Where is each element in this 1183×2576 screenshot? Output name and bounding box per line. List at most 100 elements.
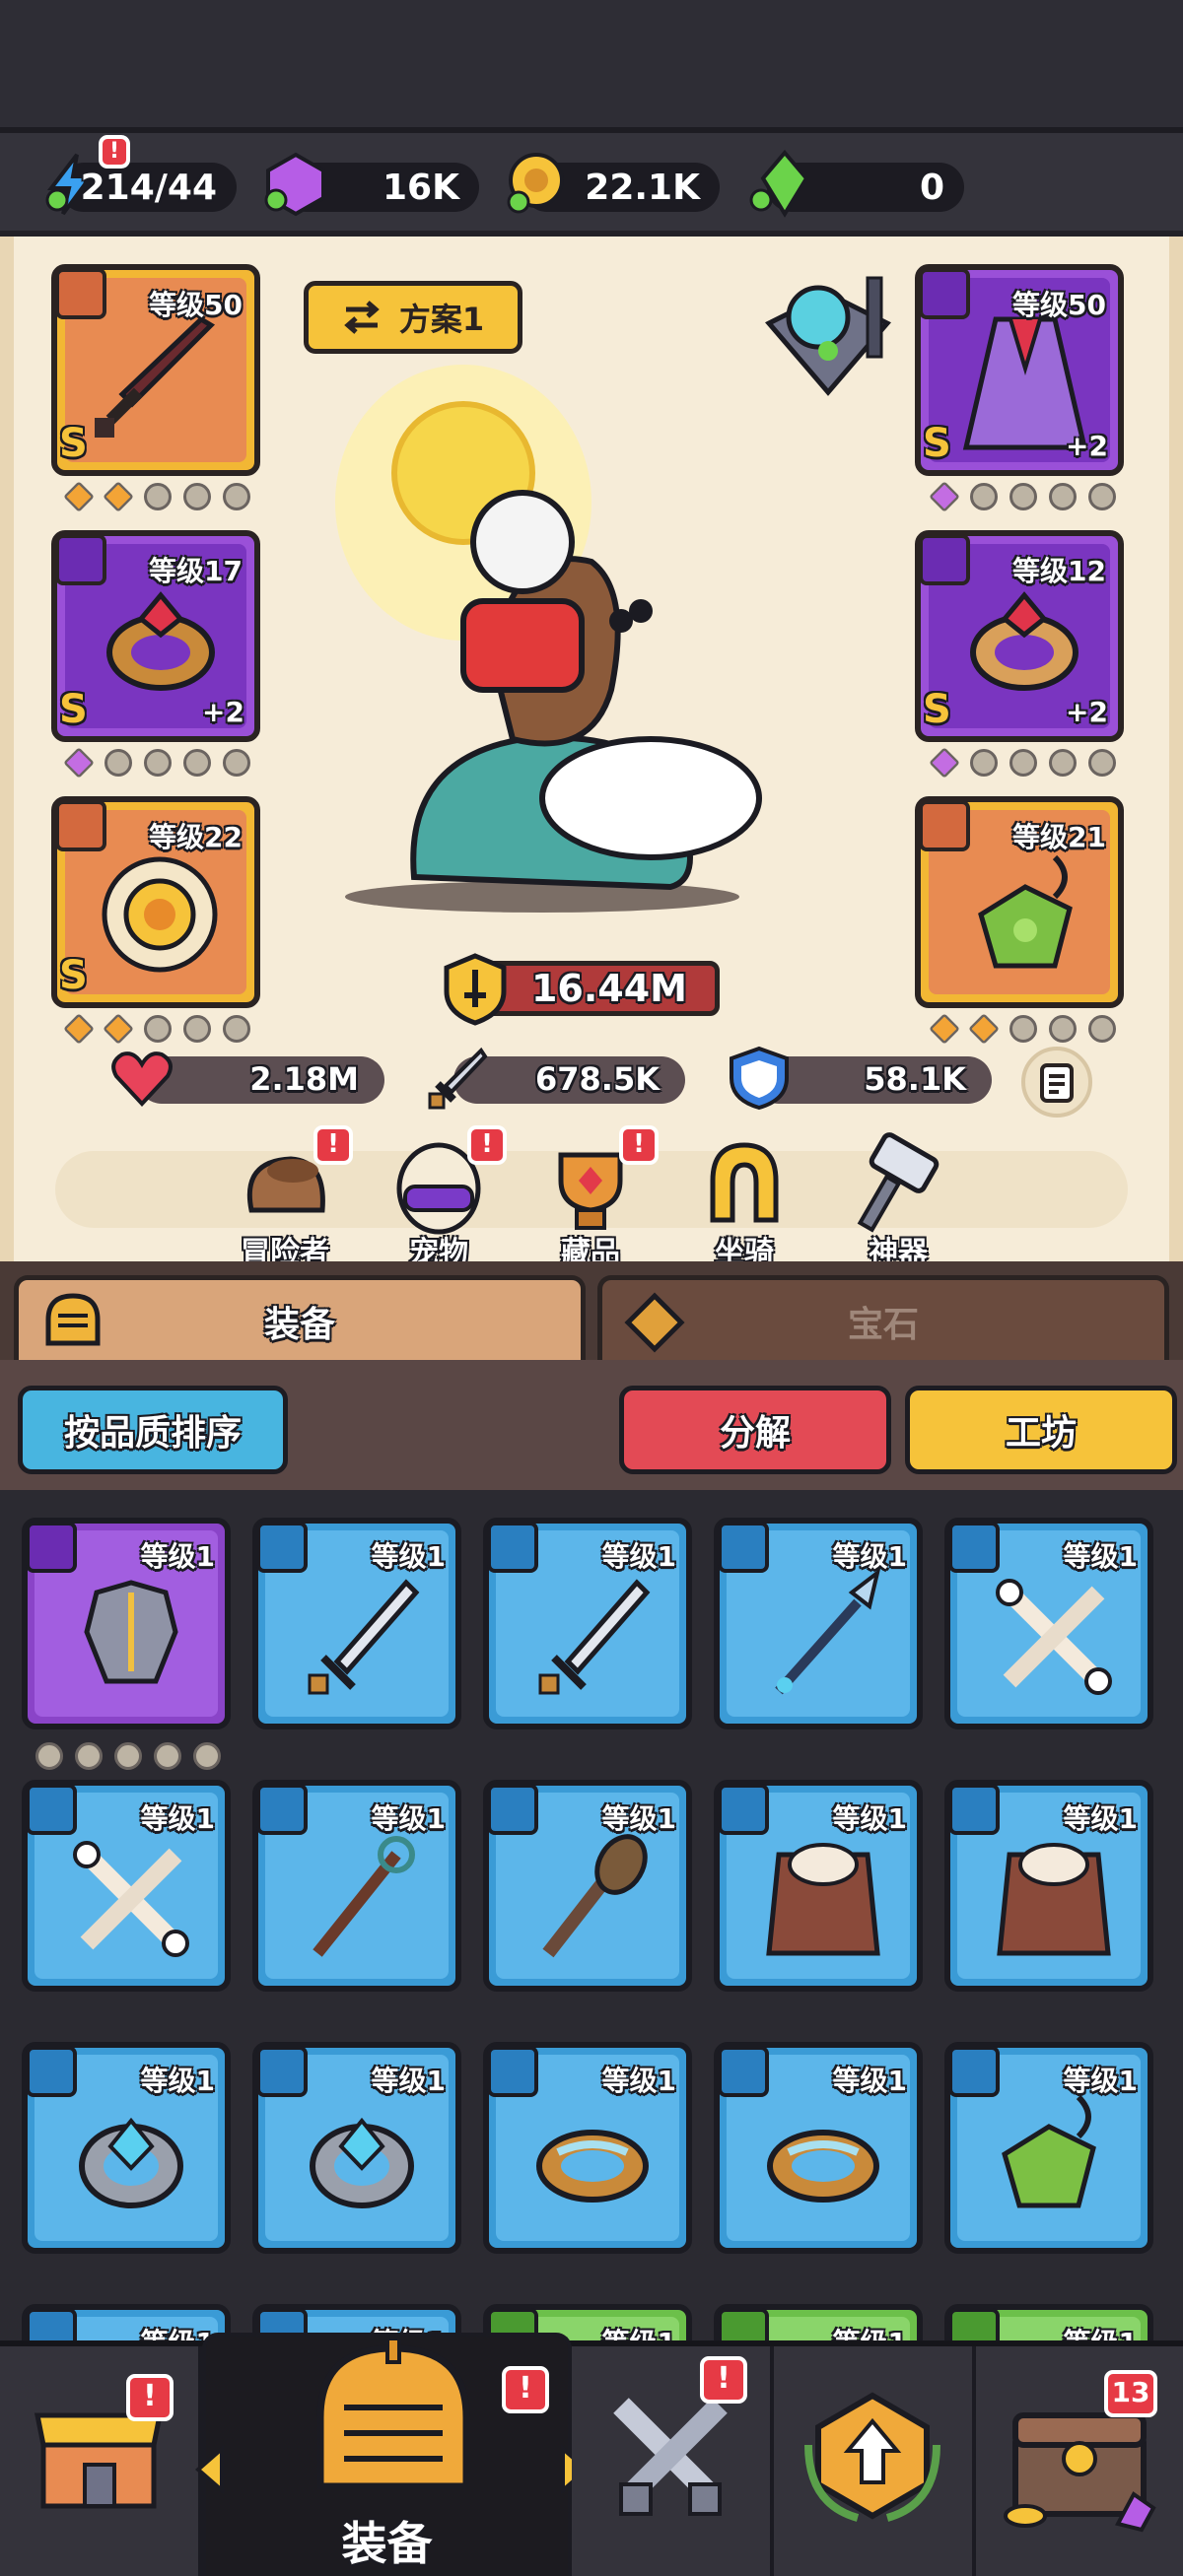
gems-value: 16K [383,168,459,208]
heart-icon [111,1051,173,1107]
energy-counter[interactable]: ! 214/44 [45,135,237,216]
inventory-item-card[interactable]: 等级1 [22,1518,231,1729]
inventory-item-card[interactable]: 等级1 [714,2304,923,2340]
inventory-item-card[interactable]: 等级1 [944,2042,1153,2254]
item-level: 等级1 [832,2065,907,2097]
plan-label: 方案1 [398,301,485,338]
workshop-button[interactable]: 工坊 [905,1386,1177,1474]
inventory-item-card[interactable]: 等级1 [714,1518,923,1729]
equipment-alert-badge: ! [502,2366,549,2413]
inventory-item-card[interactable]: 等级1 [252,2042,461,2254]
horseshoe-icon [710,1142,779,1223]
shield-icon [730,1046,789,1111]
inventory-item-card[interactable]: 等级1 [22,2304,231,2340]
slot-level: 等级50 [1012,289,1106,321]
ring2-gem-sockets [929,747,1116,779]
inventory-item-card[interactable]: 等级1 [483,2042,692,2254]
crystals-counter[interactable]: 0 [749,149,964,218]
item-level: 等级1 [371,1540,446,1573]
menu-mount[interactable]: 坐骑 [680,1131,808,1271]
chevron-left-icon[interactable] [192,2445,232,2494]
menu-collection[interactable]: ! 藏品 [526,1125,659,1271]
inventory-item-card[interactable]: 等级1 [22,2042,231,2254]
sword-icon [538,1579,651,1695]
enhance-level: +2 [1066,696,1108,728]
decompose-button[interactable]: 分解 [619,1386,891,1474]
inventory-tabs: 装备 宝石 [0,1261,1183,1360]
inventory-item-card[interactable]: 等级1 [714,1780,923,1992]
inventory-item-card[interactable]: 等级1 [944,1518,1153,1729]
adventurer-alert-badge: ! [313,1125,353,1165]
item-category-icon [26,2308,77,2340]
inventory-grid: 等级1 等级1 等级1 等级1 等级1 等级1 等级1 等级1 等级1 等级1 等级1 等级1 等级1 等… [0,1498,1183,2340]
ring-category-icon [55,534,106,585]
equip-slot-necklace-1[interactable]: 等级22 S [51,796,260,1008]
combat-power-display: 16.44M [444,953,720,1026]
bone-icon [73,1841,189,1957]
collection-alert-badge: ! [619,1125,659,1165]
inventory-item-card[interactable]: 等级1 [714,2042,923,2254]
swap-arrows-icon [344,301,380,334]
status-bar [0,0,1183,133]
inventory-item-card[interactable]: 等级1 [944,1780,1153,1992]
nav-active-label: 装备 [341,2517,433,2570]
inventory-item-card[interactable]: 等级1 [252,1518,461,1729]
slot-level: 等级22 [149,821,243,853]
item-level: 等级1 [601,1802,676,1835]
tab-equipment[interactable]: 装备 [14,1275,586,1360]
item-level: 等级1 [1063,1802,1138,1835]
item-level: 等级1 [1063,1540,1138,1573]
inventory-item-card[interactable]: 等级1 [483,1518,692,1729]
weapon-gem-sockets [63,481,250,512]
slot-level: 等级50 [149,289,243,321]
nav-upgrade[interactable] [774,2346,976,2576]
nav-treasure[interactable]: 13 [976,2346,1183,2576]
item-level: 等级1 [1064,2322,1138,2340]
ruby-ring-icon [970,591,1079,691]
necklace-category-icon [919,800,970,851]
nav-shop[interactable]: ! [0,2346,202,2576]
gems-counter[interactable]: 16K [264,152,479,217]
attack-value: 678.5K [534,1060,660,1098]
equip-slot-ring-1[interactable]: 等级17 S +2 [51,530,260,742]
item-category-icon [718,2308,769,2340]
purple-gem-icon [264,152,325,217]
hp-value: 2.18M [249,1060,359,1098]
sword-icon [308,1579,420,1695]
loadout-plan-button[interactable]: 方案1 [304,281,522,354]
defense-stat: 58.1K [730,1046,992,1111]
inventory-item-card[interactable]: 等级1 [252,1780,461,1992]
gold-counter[interactable]: 22.1K [507,153,720,214]
equip-slot-weapon[interactable]: 等级50 S [51,264,260,476]
nav-equipment[interactable]: ! 装备 [194,2333,591,2576]
green-crystal-icon [749,149,809,218]
menu-adventurer[interactable]: ! 冒险者 [221,1125,353,1271]
equip-slot-necklace-2[interactable]: 等级21 [915,796,1124,1008]
inventory-item-card[interactable]: 等级1 [483,1780,692,1992]
bone-icon [996,1579,1112,1695]
hero-character-illustration [335,365,762,913]
item-level: 等级1 [602,2322,676,2340]
power-value: 16.44M [530,967,687,1010]
battle-alert-badge: ! [700,2356,747,2404]
tab-label: 宝石 [847,1305,919,1345]
stats-detail-button[interactable] [1021,1047,1092,1118]
inventory-item-card[interactable]: 等级1 [944,2304,1153,2340]
necklace1-gem-sockets [63,1013,250,1045]
equip-slot-armor[interactable]: 等级50 S +2 [915,264,1124,476]
pet-alert-badge: ! [467,1125,507,1165]
item-category-icon [948,2308,1000,2340]
menu-pet[interactable]: ! 宠物 [375,1125,507,1271]
ring-category-icon [919,534,970,585]
nav-battle[interactable]: ! [572,2346,774,2576]
slot-level: 等级21 [1012,821,1106,853]
inventory-item-card[interactable]: 等级1 [22,1780,231,1992]
item-level: 等级1 [832,1540,907,1573]
menu-artifact[interactable]: 神器 [834,1131,962,1271]
power-shield-icon [444,953,507,1026]
energy-alert-badge: ! [99,135,130,169]
sort-by-quality-button[interactable]: 按品质排序 [18,1386,288,1474]
tab-gems[interactable]: 宝石 [597,1275,1169,1360]
equip-slot-ring-2[interactable]: 等级12 S +2 [915,530,1124,742]
crystals-value: 0 [919,168,944,208]
